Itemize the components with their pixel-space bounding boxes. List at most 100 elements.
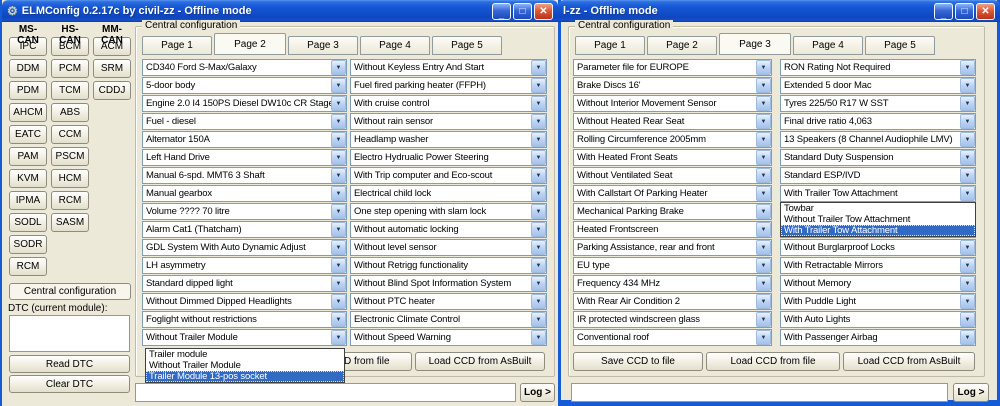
config-combo[interactable]: Standard dipped light▼	[142, 275, 347, 292]
log-button[interactable]: Log >	[953, 383, 989, 402]
config-combo[interactable]: Without level sensor▼	[350, 239, 547, 256]
minimize-button[interactable]: _	[492, 3, 511, 20]
chevron-down-icon[interactable]: ▼	[960, 114, 975, 129]
module-button-sodl[interactable]: SODL	[9, 213, 47, 232]
module-button-kvm[interactable]: KVM	[9, 169, 47, 188]
close-button[interactable]: ✕	[976, 3, 995, 20]
config-combo[interactable]: Left Hand Drive▼	[142, 149, 347, 166]
module-button-abs[interactable]: ABS	[51, 103, 89, 122]
config-combo[interactable]: Tyres 225/50 R17 W SST▼	[780, 95, 976, 112]
chevron-down-icon[interactable]: ▼	[331, 204, 346, 219]
tab-page-1[interactable]: Page 1	[575, 36, 645, 55]
tab-page-4[interactable]: Page 4	[793, 36, 863, 55]
chevron-down-icon[interactable]: ▼	[331, 60, 346, 75]
chevron-down-icon[interactable]: ▼	[331, 132, 346, 147]
chevron-down-icon[interactable]: ▼	[331, 222, 346, 237]
config-combo[interactable]: CD340 Ford S-Max/Galaxy▼	[142, 59, 347, 76]
chevron-down-icon[interactable]: ▼	[756, 240, 771, 255]
chevron-down-icon[interactable]: ▼	[756, 168, 771, 183]
config-combo[interactable]: With Puddle Light▼	[780, 293, 976, 310]
chevron-down-icon[interactable]: ▼	[331, 96, 346, 111]
chevron-down-icon[interactable]: ▼	[531, 150, 546, 165]
dropdown-item[interactable]: Trailer Module 13-pos socket	[146, 371, 344, 382]
config-combo[interactable]: Without Keyless Entry And Start▼	[350, 59, 547, 76]
read-dtc-button[interactable]: Read DTC	[9, 355, 130, 373]
config-combo[interactable]: Without Interior Movement Sensor▼	[573, 95, 772, 112]
chevron-down-icon[interactable]: ▼	[531, 114, 546, 129]
load-ccd-asbuilt-button[interactable]: Load CCD from AsBuilt	[843, 352, 975, 371]
chevron-down-icon[interactable]: ▼	[756, 78, 771, 93]
config-combo[interactable]: Without automatic locking▼	[350, 221, 547, 238]
tab-page-1[interactable]: Page 1	[142, 36, 212, 55]
chevron-down-icon[interactable]: ▼	[756, 186, 771, 201]
chevron-down-icon[interactable]: ▼	[531, 78, 546, 93]
config-combo[interactable]: EU type▼	[573, 257, 772, 274]
chevron-down-icon[interactable]: ▼	[531, 168, 546, 183]
config-combo[interactable]: Heated Frontscreen▼	[573, 221, 772, 238]
chevron-down-icon[interactable]: ▼	[331, 150, 346, 165]
dropdown-item[interactable]: Towbar	[781, 203, 975, 214]
chevron-down-icon[interactable]: ▼	[531, 222, 546, 237]
chevron-down-icon[interactable]: ▼	[531, 204, 546, 219]
chevron-down-icon[interactable]: ▼	[331, 114, 346, 129]
chevron-down-icon[interactable]: ▼	[756, 330, 771, 345]
dropdown-item[interactable]: Trailer module	[146, 349, 344, 360]
chevron-down-icon[interactable]: ▼	[531, 312, 546, 327]
config-combo[interactable]: Frequency 434 MHz▼	[573, 275, 772, 292]
chevron-down-icon[interactable]: ▼	[960, 258, 975, 273]
config-combo[interactable]: 13 Speakers (8 Channel Audiophile LMV)▼	[780, 131, 976, 148]
module-button-pscm[interactable]: PSCM	[51, 147, 89, 166]
config-combo[interactable]: Without Blind Spot Information System▼	[350, 275, 547, 292]
chevron-down-icon[interactable]: ▼	[756, 150, 771, 165]
config-combo[interactable]: Final drive ratio 4,063▼	[780, 113, 976, 130]
dropdown-item[interactable]: With Trailer Tow Attachment	[781, 225, 975, 236]
config-combo[interactable]: Headlamp washer▼	[350, 131, 547, 148]
config-combo[interactable]: Without PTC heater▼	[350, 293, 547, 310]
config-combo[interactable]: With Trailer Tow Attachment▼	[780, 185, 976, 202]
tab-page-4[interactable]: Page 4	[360, 36, 430, 55]
dropdown-item[interactable]: Without Trailer Module	[146, 360, 344, 371]
chevron-down-icon[interactable]: ▼	[331, 294, 346, 309]
config-combo[interactable]: One step opening with slam lock▼	[350, 203, 547, 220]
config-combo[interactable]: Parameter file for EUROPE▼	[573, 59, 772, 76]
tab-page-5[interactable]: Page 5	[432, 36, 502, 55]
tab-page-2[interactable]: Page 2	[647, 36, 717, 55]
chevron-down-icon[interactable]: ▼	[331, 168, 346, 183]
config-combo[interactable]: 5-door body▼	[142, 77, 347, 94]
config-combo[interactable]: Without Speed Warning▼	[350, 329, 547, 346]
tab-page-3[interactable]: Page 3	[288, 36, 358, 55]
config-combo[interactable]: Engine 2.0 I4 150PS Diesel DW10c CR Stag…	[142, 95, 347, 112]
dtc-listbox[interactable]	[9, 315, 130, 352]
clear-dtc-button[interactable]: Clear DTC	[9, 375, 130, 393]
close-button[interactable]: ✕	[534, 3, 553, 20]
chevron-down-icon[interactable]: ▼	[531, 330, 546, 345]
chevron-down-icon[interactable]: ▼	[531, 96, 546, 111]
config-combo[interactable]: Mechanical Parking Brake▼	[573, 203, 772, 220]
config-combo[interactable]: With Retractable Mirrors▼	[780, 257, 976, 274]
config-combo[interactable]: With Auto Lights▼	[780, 311, 976, 328]
chevron-down-icon[interactable]: ▼	[960, 330, 975, 345]
config-combo[interactable]: With Callstart Of Parking Heater▼	[573, 185, 772, 202]
module-button-sasm[interactable]: SASM	[51, 213, 89, 232]
config-combo[interactable]: Brake Discs 16'▼	[573, 77, 772, 94]
config-combo[interactable]: With Heated Front Seats▼	[573, 149, 772, 166]
load-ccd-asbuilt-button[interactable]: Load CCD from AsBuilt	[415, 352, 545, 371]
chevron-down-icon[interactable]: ▼	[756, 132, 771, 147]
module-button-cddj[interactable]: CDDJ	[93, 81, 131, 100]
chevron-down-icon[interactable]: ▼	[756, 258, 771, 273]
config-combo[interactable]: Rolling Circumference 2005mm▼	[573, 131, 772, 148]
save-ccd-button[interactable]: Save CCD to file	[573, 352, 703, 371]
module-button-ahcm[interactable]: AHCM	[9, 103, 47, 122]
module-button-rcm[interactable]: RCM	[9, 257, 47, 276]
maximize-button[interactable]: □	[955, 3, 974, 20]
config-combo[interactable]: Without Dimmed Dipped Headlights▼	[142, 293, 347, 310]
central-configuration-button[interactable]: Central configuration	[9, 283, 131, 300]
chevron-down-icon[interactable]: ▼	[756, 114, 771, 129]
chevron-down-icon[interactable]: ▼	[756, 222, 771, 237]
config-combo[interactable]: Fuel fired parking heater (FFPH)▼	[350, 77, 547, 94]
chevron-down-icon[interactable]: ▼	[531, 186, 546, 201]
config-combo[interactable]: Without rain sensor▼	[350, 113, 547, 130]
chevron-down-icon[interactable]: ▼	[960, 294, 975, 309]
config-combo[interactable]: Without Memory▼	[780, 275, 976, 292]
tab-page-2[interactable]: Page 2	[214, 33, 286, 55]
